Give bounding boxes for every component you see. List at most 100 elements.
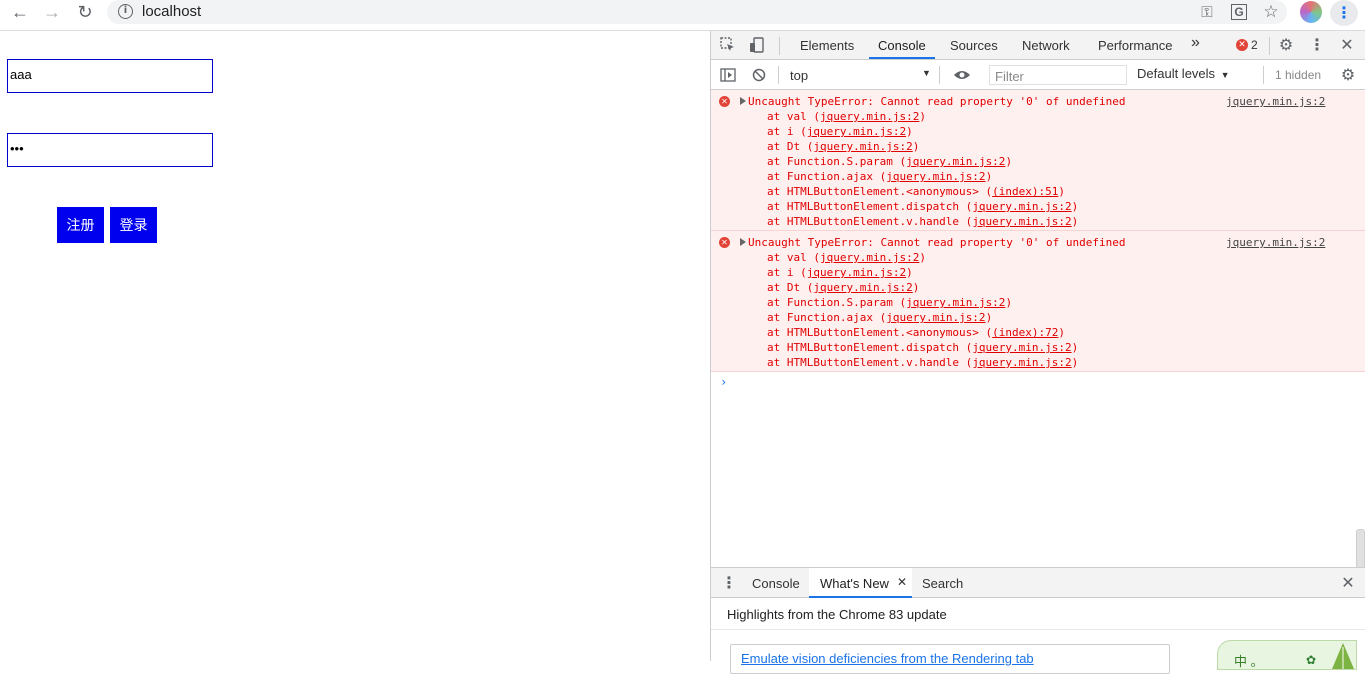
error-count-icon[interactable]: ✕ <box>1236 39 1248 51</box>
drawer-tab-search[interactable]: Search <box>922 576 963 591</box>
stack-frame: at Function.S.param (jquery.min.js:2) <box>767 296 1013 309</box>
stack-frame: at Function.ajax (jquery.min.js:2) <box>767 311 993 324</box>
stack-link[interactable]: jquery.min.js:2 <box>807 266 906 279</box>
stack-link[interactable]: jquery.min.js:2 <box>886 311 985 324</box>
whats-new-headline: Highlights from the Chrome 83 update <box>727 607 947 622</box>
customize-menu-icon[interactable]: ⋮ <box>1308 36 1326 54</box>
promo-badge: 中 。 ✿ <box>1217 640 1357 670</box>
stack-frame: at i (jquery.min.js:2) <box>767 266 913 279</box>
stack-link[interactable]: (index):51 <box>992 185 1058 198</box>
error-source-link[interactable]: jquery.min.js:2 <box>1226 236 1325 249</box>
omnibox[interactable]: i localhost <box>107 0 1287 24</box>
inspect-element-icon[interactable] <box>719 36 737 54</box>
stack-link[interactable]: (index):72 <box>992 326 1058 339</box>
stack-link[interactable]: jquery.min.js:2 <box>906 155 1005 168</box>
drawer-tab-label: What's New <box>820 576 889 591</box>
password-input[interactable]: ••• <box>7 133 213 167</box>
error-message[interactable]: ✕ Uncaught TypeError: Cannot read proper… <box>711 90 1365 231</box>
stack-link[interactable]: jquery.min.js:2 <box>906 296 1005 309</box>
error-text[interactable]: Uncaught TypeError: Cannot read property… <box>748 236 1126 249</box>
filter-placeholder: Filter <box>995 69 1024 84</box>
reload-icon[interactable]: ↻ <box>73 0 97 24</box>
translate-icon[interactable]: G <box>1228 0 1250 24</box>
tab-sources[interactable]: Sources <box>950 38 998 53</box>
devtools-panel: Elements Console Sources Network Perform… <box>710 31 1365 674</box>
star-icon[interactable]: ☆ <box>1260 0 1282 24</box>
error-count[interactable]: 2 <box>1251 38 1258 52</box>
tab-network[interactable]: Network <box>1022 38 1070 53</box>
stack-frame: at HTMLButtonElement.v.handle (jquery.mi… <box>767 215 1079 228</box>
tab-console[interactable]: Console <box>869 38 935 59</box>
live-expression-eye-icon[interactable] <box>953 66 971 84</box>
console-toolbar: top ▼ Filter Default levels ▼ 1 hidden ⚙ <box>711 60 1365 90</box>
stack-link[interactable]: jquery.min.js:2 <box>886 170 985 183</box>
whats-new-link[interactable]: Emulate vision deficiencies from the Ren… <box>741 651 1034 666</box>
console-prompt-icon[interactable]: › <box>720 375 727 389</box>
stack-frame: at HTMLButtonElement.<anonymous> ((index… <box>767 326 1066 339</box>
back-icon[interactable]: ← <box>8 0 32 24</box>
stack-frame: at Dt (jquery.min.js:2) <box>767 140 920 153</box>
expand-triangle-icon[interactable] <box>740 97 746 105</box>
devtools-drawer: ⋮ Console What's New ✕ Search ✕ Highligh… <box>711 567 1365 674</box>
error-icon: ✕ <box>719 237 730 248</box>
drawer-tabbar: ⋮ Console What's New ✕ Search ✕ <box>711 568 1365 598</box>
url-text[interactable]: localhost <box>142 3 201 20</box>
stack-link[interactable]: jquery.min.js:2 <box>972 341 1071 354</box>
stack-frame: at HTMLButtonElement.dispatch (jquery.mi… <box>767 341 1079 354</box>
clear-console-icon[interactable] <box>750 66 768 84</box>
stack-link[interactable]: jquery.min.js:2 <box>972 215 1071 228</box>
console-scrollbar[interactable] <box>1356 529 1365 567</box>
error-text[interactable]: Uncaught TypeError: Cannot read property… <box>748 95 1126 108</box>
stack-frame: at Function.S.param (jquery.min.js:2) <box>767 155 1013 168</box>
error-message[interactable]: ✕ Uncaught TypeError: Cannot read proper… <box>711 231 1365 372</box>
tree-icon <box>1332 643 1354 669</box>
stack-frame: at val (jquery.min.js:2) <box>767 110 926 123</box>
profile-avatar[interactable] <box>1300 1 1322 23</box>
filter-input[interactable]: Filter <box>989 65 1127 85</box>
stack-frame: at HTMLButtonElement.dispatch (jquery.mi… <box>767 200 1079 213</box>
whats-new-card[interactable]: Emulate vision deficiencies from the Ren… <box>730 644 1170 674</box>
show-sidebar-icon[interactable] <box>719 66 737 84</box>
drawer-tab-whats-new[interactable]: What's New ✕ <box>809 568 912 598</box>
username-input[interactable]: aaa <box>7 59 213 93</box>
close-drawer-icon[interactable]: ✕ <box>1339 574 1357 592</box>
console-output: ✕ Uncaught TypeError: Cannot read proper… <box>711 90 1365 567</box>
close-tab-icon[interactable]: ✕ <box>897 575 907 589</box>
drawer-tab-console[interactable]: Console <box>752 576 800 591</box>
stack-frame: at i (jquery.min.js:2) <box>767 125 913 138</box>
stack-link[interactable]: jquery.min.js:2 <box>807 125 906 138</box>
tab-elements[interactable]: Elements <box>800 38 854 53</box>
stack-link[interactable]: jquery.min.js:2 <box>972 200 1071 213</box>
device-toolbar-icon[interactable] <box>748 36 766 54</box>
stack-link[interactable]: jquery.min.js:2 <box>820 251 919 264</box>
login-button[interactable]: 登录 <box>110 207 157 243</box>
log-levels-dropdown[interactable]: Default levels ▼ <box>1137 66 1230 86</box>
context-label: top <box>790 68 809 83</box>
info-icon[interactable]: i <box>118 4 133 19</box>
stack-link[interactable]: jquery.min.js:2 <box>813 140 912 153</box>
error-icon: ✕ <box>719 96 730 107</box>
console-input[interactable] <box>735 372 1355 392</box>
menu-icon[interactable]: ⋮ <box>1330 0 1358 26</box>
levels-arrow-icon: ▼ <box>1220 70 1230 80</box>
console-settings-gear-icon[interactable]: ⚙ <box>1339 66 1357 84</box>
expand-triangle-icon[interactable] <box>740 238 746 246</box>
key-icon[interactable]: ⚿ <box>1196 0 1218 24</box>
error-source-link[interactable]: jquery.min.js:2 <box>1226 95 1325 108</box>
stack-link[interactable]: jquery.min.js:2 <box>820 110 919 123</box>
forward-icon[interactable]: → <box>40 0 64 24</box>
stack-frame: at HTMLButtonElement.v.handle (jquery.mi… <box>767 356 1079 369</box>
close-devtools-icon[interactable]: ✕ <box>1338 36 1356 54</box>
browser-toolbar: ← → ↻ i localhost ⚿ G ☆ ⋮ <box>0 0 1365 31</box>
drawer-menu-icon[interactable]: ⋮ <box>720 574 738 592</box>
settings-gear-icon[interactable]: ⚙ <box>1277 36 1295 54</box>
page-viewport: aaa ••• 注册 登录 <box>0 31 710 661</box>
context-selector[interactable]: top ▼ <box>785 65 935 85</box>
tab-performance[interactable]: Performance <box>1098 38 1172 53</box>
hidden-count: 1 hidden <box>1275 68 1322 82</box>
devtools-tabbar: Elements Console Sources Network Perform… <box>711 31 1365 60</box>
register-button[interactable]: 注册 <box>57 207 104 243</box>
stack-link[interactable]: jquery.min.js:2 <box>813 281 912 294</box>
stack-link[interactable]: jquery.min.js:2 <box>972 356 1071 369</box>
more-tabs-icon[interactable]: » <box>1191 34 1200 52</box>
